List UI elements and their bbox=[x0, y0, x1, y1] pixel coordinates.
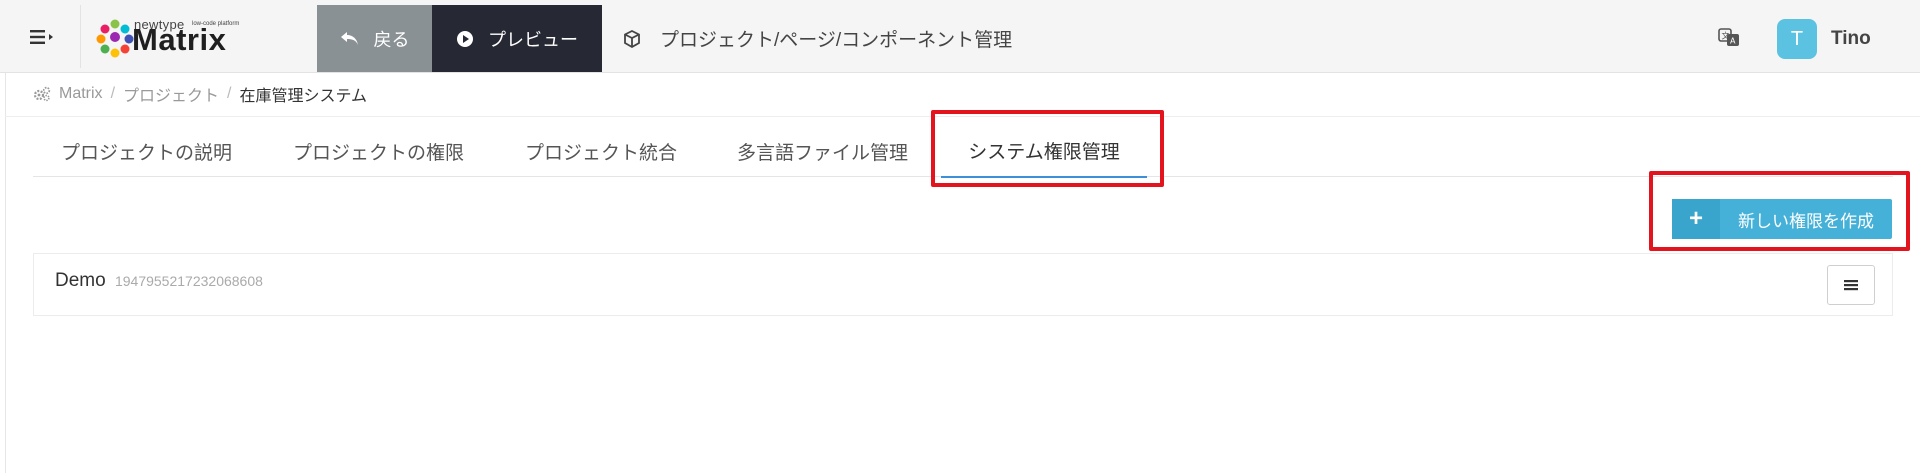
tab-project-permissions[interactable]: プロジェクトの権限 bbox=[293, 125, 464, 177]
svg-text:A: A bbox=[1730, 37, 1736, 46]
project-management-link[interactable]: プロジェクト/ページ/コンポーネント管理 bbox=[622, 5, 1012, 72]
project-management-label: プロジェクト/ページ/コンポーネント管理 bbox=[660, 30, 1013, 51]
permission-card: Demo 1947955217232068608 bbox=[33, 253, 1893, 316]
undo-arrow-icon bbox=[340, 31, 358, 45]
breadcrumb-separator: / bbox=[227, 85, 232, 102]
create-permission-button[interactable]: + 新しい権限を作成 bbox=[1672, 199, 1892, 239]
back-button[interactable]: 戻る bbox=[317, 5, 432, 72]
matrix-logo[interactable]: newtype low-code platform Matrix bbox=[96, 14, 256, 60]
permission-title: Demo 1947955217232068608 bbox=[55, 270, 263, 292]
breadcrumb-divider bbox=[5, 116, 1920, 117]
tab-project-integration[interactable]: プロジェクト統合 bbox=[525, 125, 677, 177]
breadcrumb: Matrix / プロジェクト / 在庫管理システム bbox=[33, 82, 367, 106]
breadcrumb-separator: / bbox=[110, 85, 116, 102]
breadcrumb-item-matrix[interactable]: Matrix bbox=[59, 85, 103, 103]
tab-multilingual-files[interactable]: 多言語ファイル管理 bbox=[737, 125, 908, 177]
preview-button-label: プレビュー bbox=[488, 29, 578, 50]
menu-toggle-button[interactable] bbox=[5, 5, 81, 68]
tab-system-permissions[interactable]: システム権限管理 bbox=[941, 125, 1147, 178]
permission-name: Demo bbox=[55, 270, 106, 291]
user-menu[interactable]: T Tino bbox=[1777, 19, 1871, 59]
hamburger-icon bbox=[29, 29, 53, 44]
plus-icon: + bbox=[1672, 199, 1720, 239]
svg-text:文: 文 bbox=[1722, 31, 1730, 41]
gears-icon bbox=[33, 86, 51, 102]
permission-id: 1947955217232068608 bbox=[114, 273, 263, 289]
tab-bar: プロジェクトの説明 プロジェクトの権限 プロジェクト統合 多言語ファイル管理 シ… bbox=[33, 125, 1893, 178]
avatar: T bbox=[1777, 19, 1817, 59]
back-button-label: 戻る bbox=[373, 29, 410, 50]
play-circle-icon bbox=[457, 30, 473, 47]
logo-brand: Matrix bbox=[132, 22, 227, 57]
breadcrumb-item-current: 在庫管理システム bbox=[239, 88, 368, 105]
top-bar: newtype low-code platform Matrix 戻る プレビュ… bbox=[0, 0, 1920, 73]
permission-menu-button[interactable] bbox=[1827, 265, 1875, 305]
tab-project-description[interactable]: プロジェクトの説明 bbox=[61, 125, 232, 177]
create-permission-label: 新しい権限を作成 bbox=[1738, 211, 1874, 231]
breadcrumb-item-project[interactable]: プロジェクト bbox=[123, 82, 219, 106]
logo-mark-icon bbox=[96, 19, 134, 58]
hamburger-icon bbox=[1844, 280, 1858, 291]
preview-button[interactable]: プレビュー bbox=[432, 5, 602, 72]
translate-icon: 文 A bbox=[1718, 28, 1739, 46]
cube-icon bbox=[624, 29, 640, 48]
user-name: Tino bbox=[1831, 28, 1871, 49]
language-switch-button[interactable]: 文 A bbox=[1716, 24, 1742, 50]
